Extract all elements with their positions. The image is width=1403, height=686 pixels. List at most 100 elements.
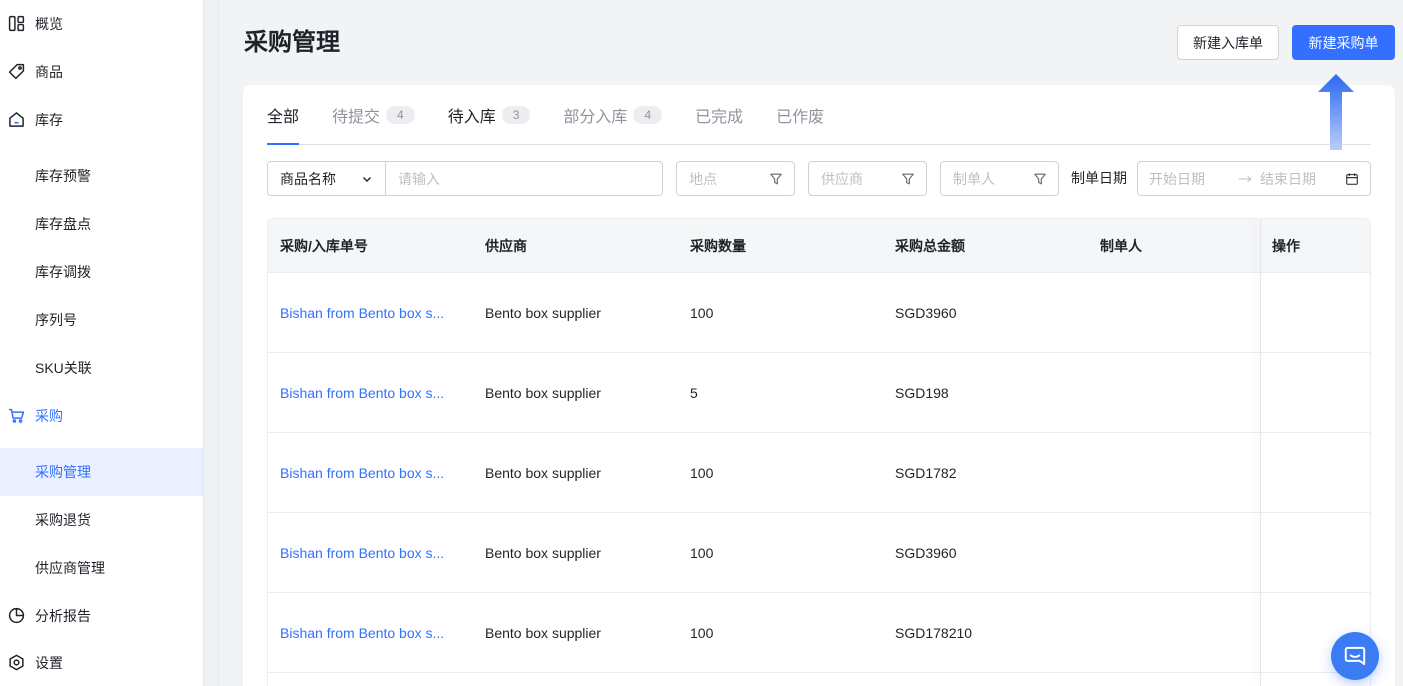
tab-partial-inbound[interactable]: 部分入库 4 bbox=[563, 85, 663, 144]
tab-label: 已完成 bbox=[695, 108, 744, 126]
column-header-actions: 操作 bbox=[1272, 237, 1300, 254]
creator-filter[interactable] bbox=[940, 161, 1059, 196]
order-link[interactable]: Bishan from Bento box s... bbox=[280, 545, 444, 561]
warehouse-icon bbox=[9, 112, 24, 127]
table-header: 采购/入库单号 供应商 采购数量 采购总金额 制单人 操作 bbox=[268, 219, 1370, 273]
order-no-cell: Bishan from Bento box s... bbox=[268, 353, 473, 432]
quantity-cell: 100 bbox=[690, 304, 714, 321]
sidebar-item-purchase[interactable]: 采购 bbox=[0, 392, 203, 440]
sidebar: 概览 商品 库存 库存预警 库存盘点 库存调拨 序列号 SKU关联 采购 采购管… bbox=[0, 0, 204, 686]
supplier-input[interactable] bbox=[809, 162, 897, 195]
sidebar-item-products[interactable]: 商品 bbox=[0, 48, 203, 96]
sidebar-item-inventory[interactable]: 库存 bbox=[0, 96, 203, 144]
tab-pending-inbound[interactable]: 待入库 3 bbox=[448, 85, 531, 144]
quantity-cell: 5 bbox=[690, 384, 698, 401]
order-link[interactable]: Bishan from Bento box s... bbox=[280, 625, 444, 641]
tab-label: 部分入库 bbox=[563, 108, 628, 126]
tab-voided[interactable]: 已作废 bbox=[776, 85, 824, 144]
order-no-cell: Bishan from Bento box s... bbox=[268, 593, 473, 672]
column-header-quantity: 采购数量 bbox=[690, 237, 746, 254]
tab-label: 已作废 bbox=[776, 108, 825, 126]
quantity-cell: 100 bbox=[690, 624, 714, 641]
tab-label: 全部 bbox=[267, 108, 300, 126]
column-header-total-amount: 采购总金额 bbox=[895, 237, 965, 254]
arrow-right-icon bbox=[1238, 175, 1252, 182]
supplier-cell: Bento box supplier bbox=[485, 384, 601, 401]
sidebar-item-stocktake[interactable]: 库存盘点 bbox=[0, 200, 203, 248]
tab-label: 待入库 bbox=[447, 108, 496, 126]
actions-cell bbox=[1260, 513, 1370, 592]
search-field-select[interactable]: 商品名称 bbox=[268, 162, 386, 195]
sidebar-item-label: SKU关联 bbox=[35, 360, 92, 376]
order-link[interactable]: Bishan from Bento box s... bbox=[280, 305, 444, 321]
supplier-cell: Bento box supplier bbox=[485, 464, 601, 481]
order-no-cell: Bishan from Bento box s... bbox=[268, 273, 473, 352]
end-date-input[interactable] bbox=[1260, 162, 1340, 195]
actions-cell bbox=[1260, 273, 1370, 352]
table-row: Bishan from Bento box s... Bento box sup… bbox=[268, 433, 1370, 513]
tab-pending-submit[interactable]: 待提交 4 bbox=[332, 85, 415, 144]
filter-icon bbox=[902, 173, 914, 185]
sidebar-item-serial-number[interactable]: 序列号 bbox=[0, 296, 203, 344]
sidebar-item-stock-alert[interactable]: 库存预警 bbox=[0, 152, 203, 200]
column-header-creator: 制单人 bbox=[1100, 237, 1142, 254]
supplier-filter[interactable] bbox=[808, 161, 927, 196]
dashboard-icon bbox=[8, 15, 25, 32]
date-filter-label: 制单日期 bbox=[1071, 170, 1127, 186]
location-input[interactable] bbox=[677, 162, 765, 195]
sidebar-item-sku-link[interactable]: SKU关联 bbox=[0, 344, 203, 392]
sidebar-item-label: 采购管理 bbox=[35, 464, 91, 480]
table-row: Bishan from Bento box s... Bento box sup… bbox=[268, 353, 1370, 433]
tab-completed[interactable]: 已完成 bbox=[695, 85, 743, 144]
supplier-cell: Bento box supplier bbox=[485, 624, 601, 641]
table-row: Bishan from Bento box s... Bento box sup… bbox=[268, 273, 1370, 353]
sidebar-gutter bbox=[204, 0, 219, 686]
creator-cell bbox=[1088, 593, 1260, 672]
order-link[interactable]: Bishan from Bento box s... bbox=[280, 385, 444, 401]
tab-all[interactable]: 全部 bbox=[267, 85, 300, 145]
page-title: 采购管理 bbox=[244, 29, 340, 56]
creator-input[interactable] bbox=[941, 162, 1029, 195]
sidebar-item-label: 设置 bbox=[35, 655, 63, 671]
total-amount-cell: SGD3960 bbox=[895, 544, 957, 561]
order-link[interactable]: Bishan from Bento box s... bbox=[280, 465, 444, 481]
column-header-order-no: 采购/入库单号 bbox=[280, 237, 368, 254]
creator-cell bbox=[1088, 513, 1260, 592]
actions-cell bbox=[1260, 433, 1370, 512]
chat-widget-button[interactable] bbox=[1331, 632, 1379, 680]
location-filter[interactable] bbox=[676, 161, 795, 196]
filter-icon bbox=[1034, 173, 1046, 185]
sidebar-item-label: 库存调拨 bbox=[35, 264, 91, 280]
start-date-input[interactable] bbox=[1149, 162, 1236, 195]
sidebar-item-supplier-management[interactable]: 供应商管理 bbox=[0, 544, 203, 592]
total-amount-cell: SGD1782 bbox=[895, 464, 957, 481]
sidebar-item-label: 序列号 bbox=[35, 312, 77, 328]
sidebar-item-settings[interactable]: 设置 bbox=[0, 640, 203, 686]
supplier-cell: Bento box supplier bbox=[485, 304, 601, 321]
new-inbound-button[interactable]: 新建入库单 bbox=[1177, 25, 1279, 60]
search-field-value: 商品名称 bbox=[280, 170, 336, 187]
filter-icon bbox=[770, 173, 782, 185]
supplier-cell: Bento box supplier bbox=[485, 544, 601, 561]
sidebar-item-label: 概览 bbox=[35, 16, 63, 32]
sidebar-item-label: 供应商管理 bbox=[35, 560, 105, 576]
status-tabs: 全部 待提交 4 待入库 3 部分入库 4 已完成 已作废 bbox=[267, 85, 1371, 145]
sidebar-item-purchase-return[interactable]: 采购退货 bbox=[0, 496, 203, 544]
arrow-up-icon bbox=[1318, 74, 1354, 150]
column-header-supplier: 供应商 bbox=[485, 237, 527, 254]
keyword-input[interactable] bbox=[386, 162, 662, 195]
new-purchase-button[interactable]: 新建采购单 bbox=[1292, 25, 1395, 60]
sidebar-item-label: 库存预警 bbox=[35, 168, 91, 184]
date-range-picker[interactable] bbox=[1137, 161, 1371, 196]
tag-icon bbox=[8, 63, 25, 80]
pie-chart-icon bbox=[8, 607, 25, 624]
sidebar-item-overview[interactable]: 概览 bbox=[0, 0, 203, 48]
purchase-list-card: 全部 待提交 4 待入库 3 部分入库 4 已完成 已作废 商品名称 请输入 地… bbox=[243, 85, 1395, 686]
calendar-icon[interactable] bbox=[1345, 172, 1359, 186]
sidebar-item-transfer[interactable]: 库存调拨 bbox=[0, 248, 203, 296]
total-amount-cell: SGD3960 bbox=[895, 304, 957, 321]
fixed-column-divider bbox=[1260, 219, 1261, 686]
sidebar-item-reports[interactable]: 分析报告 bbox=[0, 592, 203, 640]
sidebar-item-purchase-management[interactable]: 采购管理 bbox=[0, 448, 203, 496]
order-no-cell: Bishan from Bento box s... bbox=[268, 513, 473, 592]
